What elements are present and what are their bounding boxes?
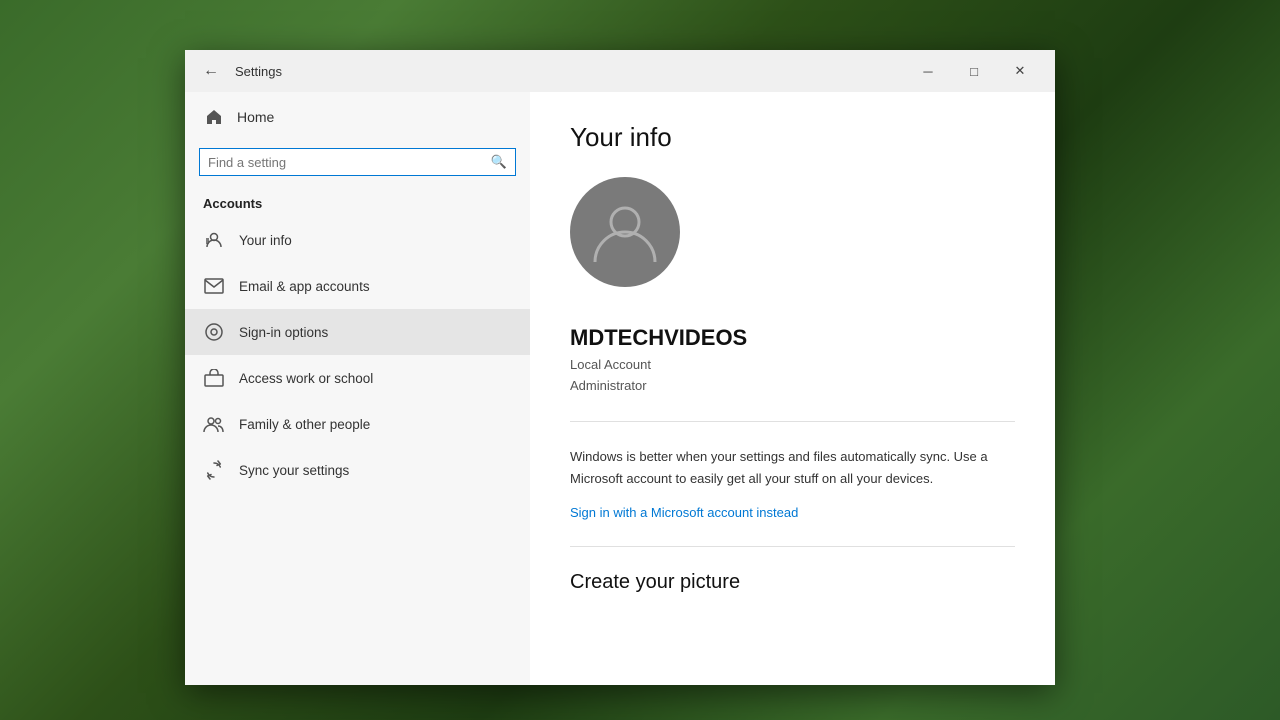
search-input[interactable] (208, 155, 491, 170)
sidebar-item-email-app[interactable]: Email & app accounts (185, 263, 530, 309)
divider (570, 421, 1015, 422)
window-title: Settings (235, 64, 905, 79)
back-button[interactable]: ← (197, 57, 225, 85)
family-icon (203, 413, 225, 435)
home-label: Home (237, 109, 274, 125)
main-panel: Your info MDTECHVIDEOS Local Account Adm… (530, 92, 1055, 685)
email-icon (203, 275, 225, 297)
accounts-section-title: Accounts (185, 188, 530, 217)
email-label: Email & app accounts (239, 279, 370, 294)
sidebar: Home 🔍 Accounts (185, 92, 530, 685)
sync-label: Sync your settings (239, 463, 349, 478)
sign-in-icon (203, 321, 225, 343)
sidebar-item-sign-in[interactable]: Sign-in options (185, 309, 530, 355)
sidebar-item-your-info[interactable]: Your info (185, 217, 530, 263)
divider-2 (570, 546, 1015, 547)
sidebar-item-family[interactable]: Family & other people (185, 401, 530, 447)
account-type-line1: Local Account (570, 357, 651, 372)
work-school-icon (203, 367, 225, 389)
profile-section (570, 177, 1015, 287)
home-icon (203, 106, 225, 128)
titlebar: ← Settings ─ □ ✕ (185, 50, 1055, 92)
sync-icon (203, 459, 225, 481)
sign-in-label: Sign-in options (239, 325, 328, 340)
close-button[interactable]: ✕ (997, 55, 1043, 87)
avatar (570, 177, 680, 287)
ms-account-link[interactable]: Sign in with a Microsoft account instead (570, 505, 798, 520)
work-school-label: Access work or school (239, 371, 373, 386)
account-type-line2: Administrator (570, 378, 647, 393)
family-label: Family & other people (239, 417, 370, 432)
search-icon[interactable]: 🔍 (491, 154, 507, 170)
your-info-icon (203, 229, 225, 251)
window-controls: ─ □ ✕ (905, 55, 1043, 87)
sidebar-item-work-school[interactable]: Access work or school (185, 355, 530, 401)
avatar-icon (590, 197, 660, 267)
create-picture-title: Create your picture (570, 571, 1015, 594)
minimize-button[interactable]: ─ (905, 55, 951, 87)
username: MDTECHVIDEOS (570, 325, 1015, 351)
account-type: Local Account Administrator (570, 355, 1015, 397)
maximize-button[interactable]: □ (951, 55, 997, 87)
content-area: Home 🔍 Accounts (185, 92, 1055, 685)
sidebar-item-home[interactable]: Home (185, 92, 530, 142)
search-box[interactable]: 🔍 (199, 148, 516, 176)
settings-window: ← Settings ─ □ ✕ Home 🔍 (185, 50, 1055, 685)
sidebar-item-sync[interactable]: Sync your settings (185, 447, 530, 493)
page-title: Your info (570, 122, 1015, 153)
sync-message: Windows is better when your settings and… (570, 446, 1015, 490)
your-info-label: Your info (239, 233, 292, 248)
user-info: MDTECHVIDEOS Local Account Administrator (570, 315, 1015, 397)
